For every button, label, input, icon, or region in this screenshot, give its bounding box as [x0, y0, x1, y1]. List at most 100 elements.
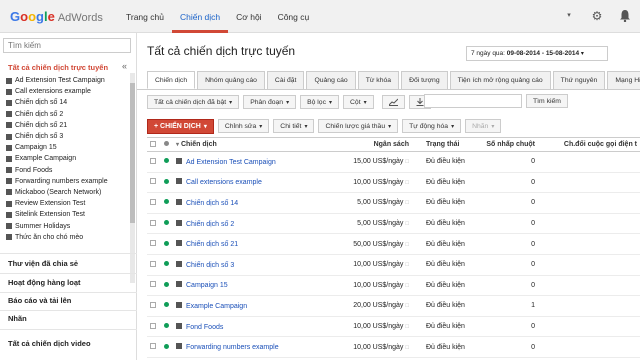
- tab-settings[interactable]: Cài đặt: [266, 71, 305, 89]
- sidebar-search-input[interactable]: [3, 38, 131, 53]
- budget-edit-icon[interactable]: □: [405, 283, 409, 289]
- table-row[interactable]: Chiến dịch số 21 50,00 US$/ngày □ Đủ điều …: [147, 233, 640, 255]
- table-row[interactable]: Chiến dịch số 2 5,00 US$/ngày □ Đủ điều ki…: [147, 213, 640, 235]
- table-row[interactable]: Example Campaign 20,00 US$/ngày □ Đủ điều …: [147, 295, 640, 317]
- sidebar-item[interactable]: Ad Extension Test Campaign: [6, 75, 130, 86]
- budget-cell[interactable]: 10,00 US$/ngày □: [328, 275, 412, 297]
- tab-keywords[interactable]: Từ khóa: [357, 71, 400, 89]
- column-status[interactable]: Trạng thái: [412, 137, 468, 152]
- budget-cell[interactable]: 10,00 US$/ngày □: [328, 316, 412, 338]
- column-clicks[interactable]: Số nhấp chuột: [468, 137, 538, 152]
- sidebar-section-shared-library[interactable]: Thư viện đã chia sẻ: [8, 259, 78, 268]
- row-checkbox[interactable]: [150, 219, 156, 226]
- labels-dropdown[interactable]: Nhãn ▾: [465, 119, 502, 133]
- sidebar-section-reports[interactable]: Báo cáo và tải lên: [8, 296, 71, 305]
- campaign-name-link[interactable]: Campaign 15: [186, 282, 228, 289]
- enabled-status-icon[interactable]: [164, 343, 169, 349]
- budget-edit-icon[interactable]: □: [405, 200, 409, 206]
- campaign-name-link[interactable]: Chiến dịch số 3: [186, 262, 234, 269]
- table-search-input[interactable]: [424, 94, 522, 108]
- budget-cell[interactable]: 50,00 US$/ngày □: [328, 233, 412, 255]
- table-row[interactable]: Campaign 15 10,00 US$/ngày □ Đủ điều kiện 0: [147, 275, 640, 297]
- sidebar-item[interactable]: Summer Holidays: [6, 220, 130, 231]
- budget-edit-icon[interactable]: □: [405, 303, 409, 309]
- budget-cell[interactable]: 15,00 US$/ngày □: [328, 151, 412, 173]
- budget-cell[interactable]: 5,00 US$/ngày □: [328, 192, 412, 214]
- tab-ad-groups[interactable]: Nhóm quảng cáo: [197, 71, 265, 89]
- table-row[interactable]: Call extensions example 10,00 US$/ngày □ Đ…: [147, 172, 640, 194]
- sidebar-item[interactable]: Sitelink Extension Test: [6, 209, 130, 220]
- sidebar-title[interactable]: Tất cả chiến dịch trực tuyến: [8, 63, 108, 72]
- sidebar-item[interactable]: Chiến dịch số 2: [6, 109, 130, 120]
- chart-toggle-button[interactable]: [381, 95, 405, 109]
- tab-audiences[interactable]: Đối tượng: [401, 71, 448, 89]
- campaign-name-link[interactable]: Example Campaign: [186, 303, 247, 310]
- campaign-name-link[interactable]: Chiến dịch số 2: [186, 221, 234, 228]
- enabled-status-icon[interactable]: [164, 158, 169, 164]
- table-row[interactable]: Fond Foods 10,00 US$/ngày □ Đủ điều kiện 0: [147, 316, 640, 338]
- enabled-status-icon[interactable]: [164, 199, 169, 205]
- status-dot-header[interactable]: [161, 137, 173, 152]
- column-campaign[interactable]: ▾ Chiến dịch: [173, 137, 328, 152]
- sidebar-section-labels[interactable]: Nhãn: [8, 314, 27, 323]
- budget-edit-icon[interactable]: □: [405, 159, 409, 165]
- budget-edit-icon[interactable]: □: [405, 324, 409, 330]
- tab-ad-extensions[interactable]: Tiện ích mở rộng quảng cáo: [449, 71, 551, 89]
- row-checkbox[interactable]: [150, 343, 156, 350]
- row-checkbox[interactable]: [150, 301, 156, 308]
- sidebar-section-video-campaigns[interactable]: Tất cả chiến dịch video: [8, 339, 91, 348]
- enabled-status-icon[interactable]: [164, 178, 169, 184]
- search-button[interactable]: Tìm kiếm: [526, 94, 568, 108]
- enabled-status-icon[interactable]: [164, 240, 169, 246]
- bell-icon[interactable]: [618, 9, 632, 23]
- column-call-conversions[interactable]: Ch.đổi cuộc gọi điện t: [538, 137, 640, 152]
- campaign-name-link[interactable]: Forwarding numbers example: [186, 344, 279, 351]
- details-dropdown[interactable]: Chi tiết ▾: [273, 119, 315, 133]
- sidebar-item[interactable]: Fond Foods: [6, 165, 130, 176]
- table-row[interactable]: Ad Extension Test Campaign 15,00 US$/ngày…: [147, 151, 640, 173]
- tab-display-network[interactable]: Mạng Hiển: [607, 71, 640, 89]
- nav-home[interactable]: Trang chủ: [118, 0, 172, 33]
- sidebar-item[interactable]: Review Extension Test: [6, 198, 130, 209]
- columns-dropdown[interactable]: Cột ▾: [343, 95, 374, 109]
- sidebar-item[interactable]: Thức ăn cho chó mèo: [6, 232, 130, 243]
- budget-cell[interactable]: 10,00 US$/ngày □: [328, 336, 412, 358]
- sidebar-item[interactable]: Chiến dịch số 21: [6, 120, 130, 131]
- new-campaign-button[interactable]: + CHIẾN DỊCH ▾: [147, 118, 214, 134]
- segment-dropdown[interactable]: Phân đoạn ▾: [243, 95, 297, 109]
- row-checkbox[interactable]: [150, 240, 156, 247]
- sidebar-item[interactable]: Mickaboo (Search Network): [6, 187, 130, 198]
- nav-opportunities[interactable]: Cơ hội: [228, 0, 269, 33]
- row-checkbox[interactable]: [150, 198, 156, 205]
- budget-edit-icon[interactable]: □: [405, 345, 409, 351]
- tab-ads[interactable]: Quảng cáo: [306, 71, 356, 89]
- budget-edit-icon[interactable]: □: [405, 242, 409, 248]
- enabled-status-icon[interactable]: [164, 281, 169, 287]
- budget-cell[interactable]: 10,00 US$/ngày □: [328, 172, 412, 194]
- row-checkbox[interactable]: [150, 322, 156, 329]
- bid-strategy-dropdown[interactable]: Chiến lược giá thầu ▾: [318, 119, 399, 133]
- select-all-checkbox[interactable]: [150, 140, 156, 147]
- account-dropdown-icon[interactable]: ▾: [562, 9, 576, 23]
- filter-dropdown[interactable]: Bộ lọc ▾: [300, 95, 339, 109]
- tab-dimensions[interactable]: Thứ nguyên: [552, 71, 606, 89]
- sidebar-item[interactable]: Forwarding numbers example: [6, 176, 130, 187]
- edit-dropdown[interactable]: Chỉnh sửa ▾: [217, 119, 270, 133]
- adwords-logo[interactable]: Google AdWords: [10, 9, 103, 24]
- sidebar-item[interactable]: Call extensions example: [6, 86, 130, 97]
- sidebar-item[interactable]: Chiến dịch số 3: [6, 131, 130, 142]
- row-checkbox[interactable]: [150, 281, 156, 288]
- column-budget[interactable]: Ngân sách: [328, 137, 412, 152]
- budget-edit-icon[interactable]: □: [405, 221, 409, 227]
- enabled-status-icon[interactable]: [164, 302, 169, 308]
- budget-cell[interactable]: 20,00 US$/ngày □: [328, 295, 412, 317]
- campaign-name-link[interactable]: Chiến dịch số 21: [186, 241, 238, 248]
- sidebar-item[interactable]: Example Campaign: [6, 153, 130, 164]
- sidebar-item[interactable]: Chiến dịch số 14: [6, 97, 130, 108]
- campaign-name-link[interactable]: Fond Foods: [186, 324, 223, 331]
- campaign-filter-dropdown[interactable]: Tất cả chiến dịch đã bật ▾: [147, 95, 240, 109]
- tab-campaigns[interactable]: Chiến dịch: [147, 71, 196, 89]
- sidebar-section-bulk-operations[interactable]: Hoạt động hàng loạt: [8, 278, 81, 287]
- row-checkbox[interactable]: [150, 260, 156, 267]
- sidebar-scrollbar[interactable]: [130, 73, 135, 283]
